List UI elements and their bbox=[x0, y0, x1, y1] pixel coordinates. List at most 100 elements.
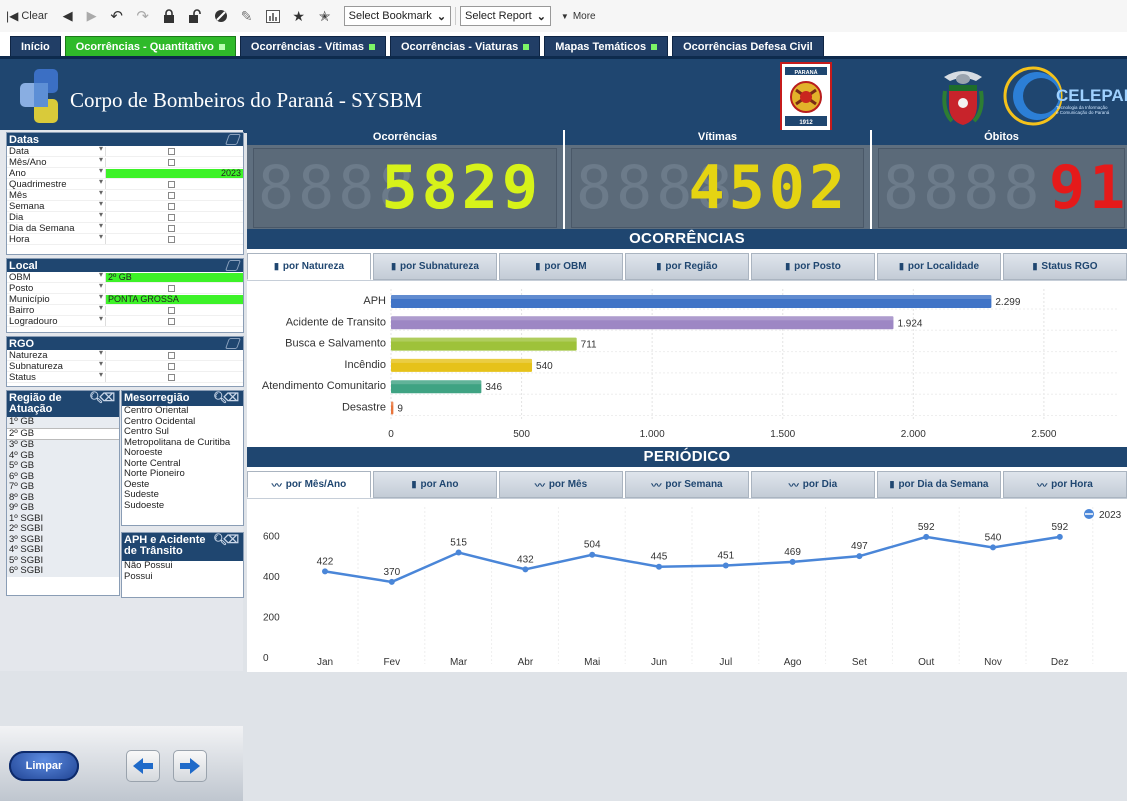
forward-button[interactable]: ▶ bbox=[80, 6, 104, 26]
eraser-icon[interactable] bbox=[224, 134, 242, 145]
remove-bookmark-button[interactable]: ✭ bbox=[312, 6, 338, 26]
undo-button[interactable]: ↶ bbox=[104, 6, 130, 26]
filter-row-natureza[interactable]: Natureza bbox=[7, 348, 243, 361]
filter-value[interactable] bbox=[105, 234, 243, 244]
data-point[interactable] bbox=[990, 544, 996, 551]
list-item[interactable]: 5º GB bbox=[7, 460, 119, 472]
clear-selections-button[interactable] bbox=[208, 6, 234, 26]
filter-value[interactable]: PONTA GROSSA bbox=[105, 294, 243, 304]
filter-row-munic-pio[interactable]: MunicípioPONTA GROSSA bbox=[7, 292, 243, 305]
next-sheet-button[interactable] bbox=[173, 750, 207, 782]
filter-row-hora[interactable]: Hora bbox=[7, 232, 243, 245]
filter-value[interactable] bbox=[105, 212, 243, 222]
button-por-m-s-ano[interactable]: 〰 por Mês/Ano bbox=[247, 471, 371, 498]
filter-value[interactable] bbox=[105, 146, 243, 156]
eraser-icon[interactable] bbox=[224, 338, 242, 349]
lock-button[interactable] bbox=[156, 6, 182, 26]
data-point[interactable] bbox=[1056, 533, 1063, 540]
filter-row-semana[interactable]: Semana bbox=[7, 199, 243, 212]
filter-value[interactable] bbox=[105, 157, 243, 167]
filter-row-m-s[interactable]: Mês bbox=[7, 188, 243, 201]
tab-0[interactable]: Início bbox=[10, 36, 61, 56]
button-por-regi-o[interactable]: ▮ por Região bbox=[625, 253, 749, 280]
button-status-rgo[interactable]: ▮ Status RGO bbox=[1003, 253, 1127, 280]
filter-row-bairro[interactable]: Bairro bbox=[7, 303, 243, 316]
data-point[interactable] bbox=[322, 568, 328, 575]
filter-value[interactable] bbox=[105, 179, 243, 189]
filter-value[interactable] bbox=[105, 201, 243, 211]
button-por-dia[interactable]: 〰 por Dia bbox=[751, 471, 875, 498]
list-item[interactable]: Sudoeste bbox=[122, 500, 243, 512]
filter-value[interactable] bbox=[105, 283, 243, 293]
filter-row-quadrimestre[interactable]: Quadrimestre bbox=[7, 177, 243, 190]
filter-row-status[interactable]: Status bbox=[7, 370, 243, 383]
more-button[interactable]: ▼ More bbox=[561, 6, 596, 26]
button-por-ano[interactable]: ▮ por Ano bbox=[373, 471, 497, 498]
back-button[interactable]: ◀ bbox=[56, 6, 80, 26]
list-item[interactable]: 2º SGBI bbox=[7, 523, 119, 535]
eraser-icon[interactable]: ⌫ bbox=[223, 393, 239, 404]
filter-row-ano[interactable]: Ano 2023 bbox=[7, 166, 243, 179]
filter-row-logradouro[interactable]: Logradouro bbox=[7, 314, 243, 327]
eraser-icon[interactable]: ⌫ bbox=[99, 393, 115, 404]
button-por-localidade[interactable]: ▮ por Localidade bbox=[877, 253, 1001, 280]
data-point[interactable] bbox=[589, 551, 596, 558]
filter-value[interactable] bbox=[105, 305, 243, 315]
list-item[interactable]: Possui bbox=[122, 571, 243, 583]
filter-value[interactable] bbox=[105, 190, 243, 200]
tab-2[interactable]: Ocorrências - Vítimas bbox=[239, 36, 386, 56]
limpar-button[interactable]: Limpar bbox=[9, 751, 79, 781]
filter-value[interactable] bbox=[105, 372, 243, 382]
edit-button[interactable]: ✎ bbox=[234, 6, 260, 26]
list-item[interactable]: 6º SGBI bbox=[7, 565, 119, 577]
button-por-posto[interactable]: ▮ por Posto bbox=[751, 253, 875, 280]
data-point[interactable] bbox=[388, 578, 395, 585]
list-item[interactable]: 9º GB bbox=[7, 502, 119, 514]
filter-row-posto[interactable]: Posto bbox=[7, 281, 243, 294]
list-item[interactable]: 3º GB bbox=[7, 439, 119, 451]
filter-value[interactable] bbox=[105, 361, 243, 371]
button-por-semana[interactable]: 〰 por Semana bbox=[625, 471, 749, 498]
tab-3[interactable]: Ocorrências - Viaturas bbox=[390, 36, 541, 56]
add-bookmark-button[interactable]: ★ bbox=[286, 6, 312, 26]
data-point[interactable] bbox=[923, 533, 930, 540]
tab-1[interactable]: Ocorrências - Quantitativo bbox=[64, 36, 236, 56]
filter-row-dia[interactable]: Dia bbox=[7, 210, 243, 223]
report-select[interactable]: Select Report ⌄ bbox=[460, 6, 551, 26]
list-item[interactable]: Norte Pioneiro bbox=[122, 468, 243, 480]
chart-button[interactable] bbox=[260, 6, 286, 26]
filter-row-data[interactable]: Data bbox=[7, 144, 243, 157]
list-item[interactable]: 4º SGBI bbox=[7, 544, 119, 556]
data-point[interactable] bbox=[722, 562, 729, 569]
data-point[interactable] bbox=[522, 566, 529, 573]
button-por-subnatureza[interactable]: ▮ por Subnatureza bbox=[373, 253, 497, 280]
filter-row-obm[interactable]: OBM2º GB bbox=[7, 270, 243, 283]
filter-row-m-s-ano[interactable]: Mês/Ano bbox=[7, 155, 243, 168]
filter-row-subnatureza[interactable]: Subnatureza bbox=[7, 359, 243, 372]
list-item[interactable]: 7º GB bbox=[7, 481, 119, 493]
list-item[interactable]: Centro Oriental bbox=[122, 405, 243, 417]
bookmark-select[interactable]: Select Bookmark ⌄ bbox=[343, 6, 452, 26]
data-point[interactable] bbox=[789, 558, 796, 565]
eraser-icon[interactable] bbox=[224, 260, 242, 271]
filter-value[interactable]: 2º GB bbox=[105, 272, 243, 282]
button-por-natureza[interactable]: ▮ por Natureza bbox=[247, 253, 371, 280]
list-item[interactable]: 1º GB bbox=[7, 416, 119, 428]
filter-value[interactable] bbox=[105, 350, 243, 360]
filter-value[interactable] bbox=[105, 316, 243, 326]
unlock-button[interactable] bbox=[182, 6, 208, 26]
list-item[interactable]: Noroeste bbox=[122, 447, 243, 459]
data-point[interactable] bbox=[455, 549, 462, 556]
data-point[interactable] bbox=[856, 553, 863, 560]
button-por-dia-da-semana[interactable]: ▮ por Dia da Semana bbox=[877, 471, 1001, 498]
filter-value[interactable] bbox=[105, 223, 243, 233]
filter-row-dia-da-semana[interactable]: Dia da Semana bbox=[7, 221, 243, 234]
clear-button[interactable]: |◀ Clear bbox=[6, 6, 48, 26]
filter-value[interactable]: 2023 bbox=[105, 168, 243, 178]
previous-sheet-button[interactable] bbox=[126, 750, 160, 782]
eraser-icon[interactable]: ⌫ bbox=[223, 535, 239, 546]
list-item[interactable]: Sudeste bbox=[122, 489, 243, 501]
tab-5[interactable]: Ocorrências Defesa Civil bbox=[672, 36, 824, 56]
button-por-obm[interactable]: ▮ por OBM bbox=[499, 253, 623, 280]
list-item[interactable]: Centro Sul bbox=[122, 426, 243, 438]
